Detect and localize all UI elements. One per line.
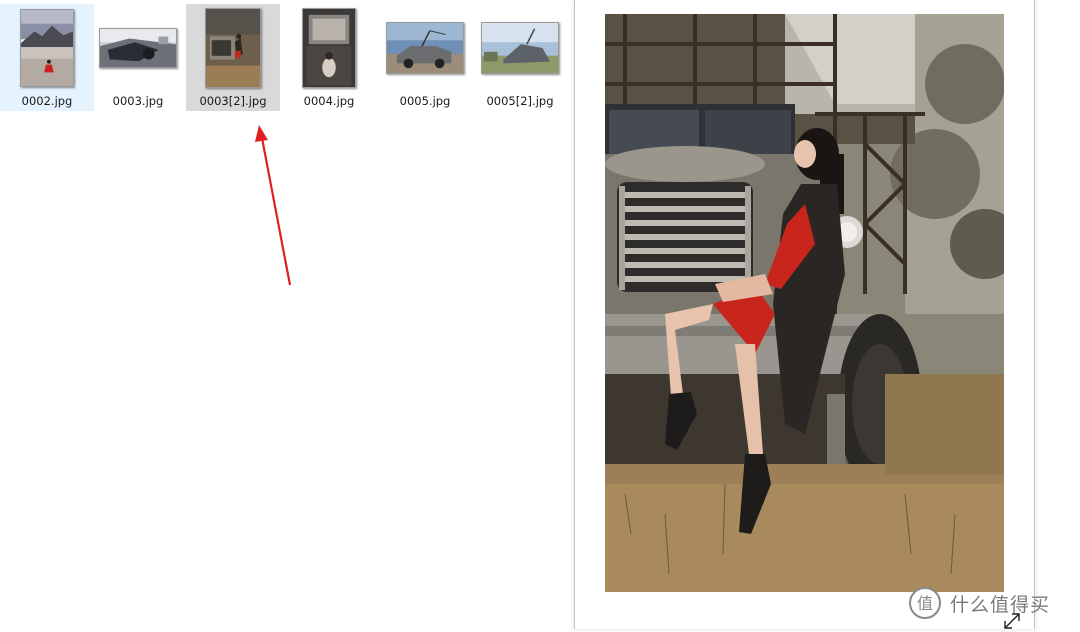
file-name: 0005[2].jpg (486, 94, 554, 108)
file-name: 0003.jpg (112, 94, 164, 108)
thumbnail-0005-2 (481, 22, 559, 74)
thumbnail-0004 (302, 8, 356, 88)
file-name: 0005.jpg (399, 94, 451, 108)
file-name: 0004.jpg (303, 94, 355, 108)
file-name: 0003[2].jpg (199, 94, 267, 108)
preview-image (605, 14, 1004, 592)
thumbnail-container (91, 4, 185, 92)
thumbnail-container (282, 4, 376, 92)
preview-pane (574, 0, 1035, 629)
thumbnail-container (186, 4, 280, 92)
file-item-0005-2[interactable]: 0005[2].jpg (473, 4, 567, 111)
thumbnail-0003 (99, 28, 177, 68)
thumbnail-0003-2 (205, 8, 261, 88)
watermark-logo-glyph: 值 (917, 594, 933, 613)
thumbnail-container (378, 4, 472, 92)
file-item-0003-2[interactable]: 0003[2].jpg (186, 4, 280, 111)
thumbnail-0005 (386, 22, 464, 74)
file-name: 0002.jpg (21, 94, 73, 108)
thumbnail-0002 (20, 9, 74, 87)
thumbnail-container (473, 4, 567, 92)
file-item-0003[interactable]: 0003.jpg (91, 4, 185, 111)
thumbnail-container (0, 4, 94, 92)
file-item-0004[interactable]: 0004.jpg (282, 4, 376, 111)
watermark-text: 什么值得买 (950, 594, 1051, 616)
file-item-0005[interactable]: 0005.jpg (378, 4, 472, 111)
watermark-logo: 值 (909, 587, 941, 619)
file-item-0002[interactable]: 0002.jpg (0, 4, 94, 111)
